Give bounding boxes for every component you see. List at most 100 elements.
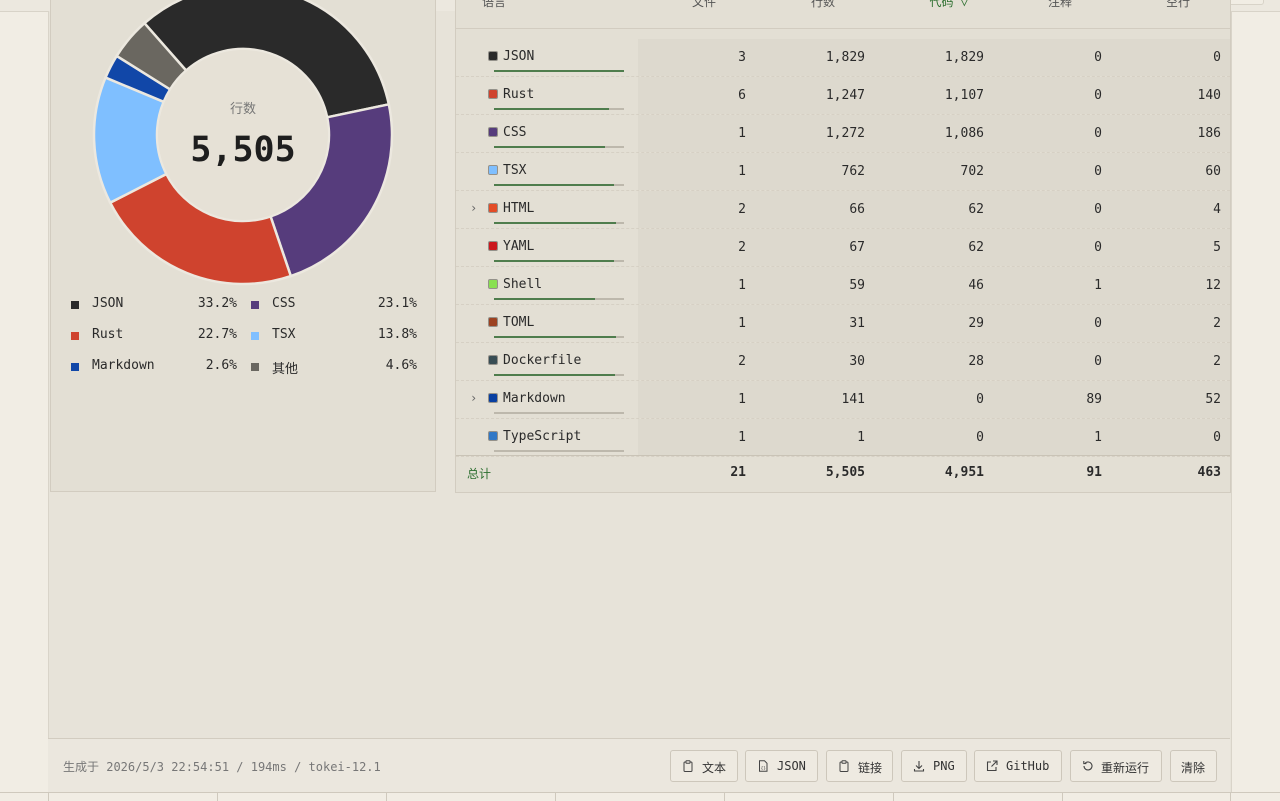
comments-cell: 0 — [1094, 126, 1102, 141]
legend-swatch — [71, 332, 79, 340]
language-name: HTML — [503, 201, 535, 216]
copy-json-label: JSON — [777, 759, 806, 773]
comments-cell: 0 — [1094, 354, 1102, 369]
comments-cell: 0 — [1094, 316, 1102, 331]
download-icon — [913, 761, 925, 772]
lines-cell: 30 — [849, 354, 865, 369]
github-button[interactable]: GitHub — [974, 750, 1062, 782]
total-comments: 91 — [1086, 465, 1102, 480]
language-name: Markdown — [503, 391, 566, 406]
language-color-swatch — [488, 127, 498, 137]
language-color-swatch — [488, 317, 498, 327]
legend-item[interactable]: TSX 13.8% — [251, 327, 419, 345]
table-row[interactable]: › HTML 2 66 62 0 4 — [456, 191, 1230, 229]
chevron-right-icon[interactable]: › — [470, 391, 477, 405]
language-color-swatch — [488, 203, 498, 213]
code-cell: 1,829 — [944, 50, 984, 65]
lines-cell: 1,829 — [825, 50, 865, 65]
copy-text-label: 文本 — [702, 761, 727, 775]
comments-cell: 0 — [1094, 202, 1102, 217]
svg-text:{}: {} — [761, 766, 767, 772]
code-ratio-bar — [494, 146, 624, 148]
legend-name: TSX — [272, 327, 296, 342]
lines-cell: 66 — [849, 202, 865, 217]
chevron-right-icon[interactable]: › — [470, 201, 477, 215]
header-blanks[interactable]: 空行 — [1166, 0, 1190, 10]
copy-json-button[interactable]: {} JSON — [745, 750, 818, 782]
blanks-cell: 0 — [1213, 50, 1221, 65]
language-name: Rust — [503, 87, 535, 102]
table-row[interactable]: TSX 1 762 702 0 60 — [456, 153, 1230, 191]
blanks-cell: 52 — [1205, 392, 1221, 407]
code-ratio-bar — [494, 222, 624, 224]
files-cell: 1 — [738, 316, 746, 331]
language-color-swatch — [488, 279, 498, 289]
code-ratio-bar — [494, 412, 624, 414]
files-cell: 1 — [738, 278, 746, 293]
header-files[interactable]: 文件 — [692, 0, 716, 10]
table-row[interactable]: Dockerfile 2 30 28 0 2 — [456, 343, 1230, 381]
clear-button[interactable]: 清除 — [1170, 750, 1217, 782]
table-row[interactable]: TypeScript 1 1 0 1 0 — [456, 419, 1230, 457]
legend-pct: 2.6% — [205, 358, 237, 373]
legend-item[interactable]: 其他 4.6% — [251, 358, 419, 377]
blanks-cell: 140 — [1197, 88, 1221, 103]
comments-cell: 0 — [1094, 164, 1102, 179]
table-row[interactable]: JSON 3 1,829 1,829 0 0 — [456, 39, 1230, 77]
files-cell: 3 — [738, 50, 746, 65]
copy-link-button[interactable]: 链接 — [826, 750, 893, 782]
legend-pct: 23.1% — [377, 296, 417, 311]
header-lines[interactable]: 行数 — [811, 0, 835, 10]
legend-swatch — [251, 332, 259, 340]
header-code[interactable]: 代码 ▽ — [930, 0, 968, 10]
language-name: YAML — [503, 239, 535, 254]
table-row[interactable]: CSS 1 1,272 1,086 0 186 — [456, 115, 1230, 153]
lines-cell: 67 — [849, 240, 865, 255]
table-row[interactable]: YAML 2 67 62 0 5 — [456, 229, 1230, 267]
blanks-cell: 2 — [1213, 354, 1221, 369]
header-language[interactable]: 语言 — [482, 0, 506, 10]
total-row: 总计 21 5,505 4,951 91 463 — [456, 455, 1230, 492]
legend-item[interactable]: JSON 33.2% — [71, 296, 239, 314]
rerun-button[interactable]: 重新运行 — [1070, 750, 1162, 782]
code-cell: 29 — [968, 316, 984, 331]
code-ratio-bar — [494, 108, 624, 110]
table-row[interactable]: Shell 1 59 46 1 12 — [456, 267, 1230, 305]
table-row[interactable]: Rust 6 1,247 1,107 0 140 — [456, 77, 1230, 115]
files-cell: 6 — [738, 88, 746, 103]
copy-text-button[interactable]: 文本 — [670, 750, 738, 782]
legend-item[interactable]: CSS 23.1% — [251, 296, 419, 314]
legend-item[interactable]: Rust 22.7% — [71, 327, 239, 345]
table-row[interactable]: TOML 1 31 29 0 2 — [456, 305, 1230, 343]
clear-label: 清除 — [1181, 761, 1206, 775]
legend-swatch — [71, 363, 79, 371]
comments-cell: 0 — [1094, 50, 1102, 65]
legend-name: 其他 — [272, 362, 299, 377]
code-cell: 0 — [976, 392, 984, 407]
comments-cell: 1 — [1094, 430, 1102, 445]
table-row[interactable]: › Markdown 1 141 0 89 52 — [456, 381, 1230, 419]
header-comments[interactable]: 注释 — [1048, 0, 1072, 10]
code-cell: 28 — [968, 354, 984, 369]
comments-cell: 1 — [1094, 278, 1102, 293]
lines-cell: 1,272 — [825, 126, 865, 141]
code-ratio-bar — [494, 336, 624, 338]
language-color-swatch — [488, 355, 498, 365]
total-label: 总计 — [467, 467, 492, 481]
export-png-label: PNG — [933, 759, 955, 773]
legend-item[interactable]: Markdown 2.6% — [71, 358, 239, 376]
files-cell: 2 — [738, 202, 746, 217]
table-header: 语言 文件 行数 代码 ▽ 注释 空行 — [456, 0, 1230, 29]
files-cell: 1 — [738, 126, 746, 141]
export-png-button[interactable]: PNG — [901, 750, 967, 782]
files-cell: 1 — [738, 430, 746, 445]
files-cell: 1 — [738, 392, 746, 407]
lines-cell: 31 — [849, 316, 865, 331]
legend-pct: 13.8% — [377, 327, 417, 342]
lines-cell: 141 — [841, 392, 865, 407]
legend-name: CSS — [272, 296, 296, 311]
language-name: TSX — [503, 163, 527, 178]
rerun-label: 重新运行 — [1101, 761, 1150, 775]
code-ratio-bar — [494, 450, 624, 452]
legend-name: JSON — [92, 296, 124, 311]
